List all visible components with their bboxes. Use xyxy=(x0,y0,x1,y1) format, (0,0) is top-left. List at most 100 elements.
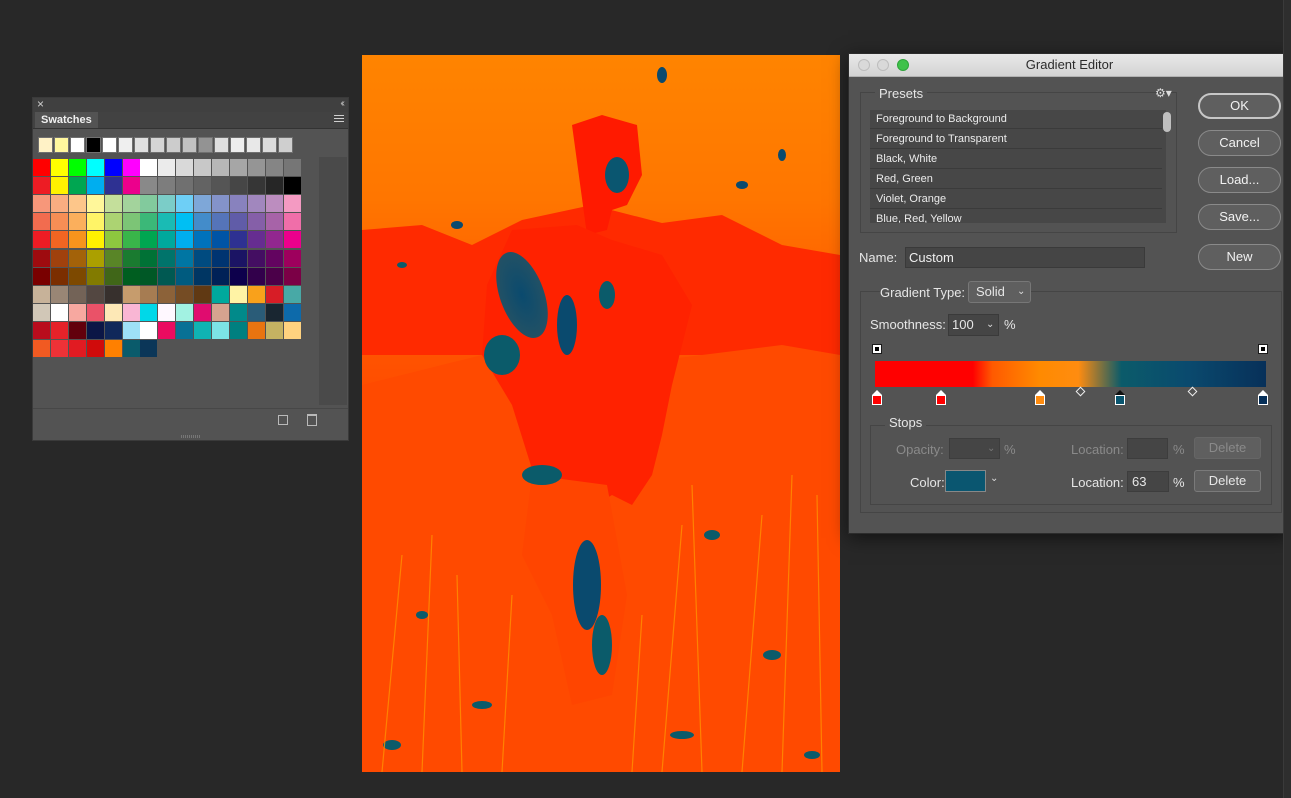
swatch[interactable] xyxy=(176,267,194,285)
swatch[interactable] xyxy=(212,159,229,176)
name-input[interactable]: Custom xyxy=(905,247,1145,268)
swatch[interactable] xyxy=(194,321,212,339)
swatch[interactable] xyxy=(33,159,50,176)
swatch[interactable] xyxy=(229,231,247,249)
swatch[interactable] xyxy=(229,321,247,339)
swatch[interactable] xyxy=(104,340,122,357)
swatch[interactable] xyxy=(212,213,229,231)
swatch[interactable] xyxy=(33,285,50,303)
swatch[interactable] xyxy=(158,195,176,213)
swatch[interactable] xyxy=(194,303,212,321)
swatch[interactable] xyxy=(158,267,176,285)
gradient-preview-bar[interactable] xyxy=(875,361,1266,387)
swatch[interactable] xyxy=(212,177,229,195)
swatch[interactable] xyxy=(33,195,50,213)
swatch[interactable] xyxy=(176,177,194,195)
swatch[interactable] xyxy=(33,321,50,339)
swatch[interactable] xyxy=(194,177,212,195)
scrollbar[interactable] xyxy=(319,157,347,405)
swatch[interactable] xyxy=(194,159,212,176)
preset-item[interactable]: Blue, Red, Yellow xyxy=(870,210,1162,223)
swatch[interactable] xyxy=(68,321,86,339)
trash-icon[interactable] xyxy=(307,414,317,426)
resize-grip[interactable] xyxy=(181,435,201,438)
swatch[interactable] xyxy=(68,285,86,303)
swatch[interactable] xyxy=(158,213,176,231)
swatch[interactable] xyxy=(265,213,283,231)
swatch[interactable] xyxy=(122,267,140,285)
preset-item[interactable]: Violet, Orange xyxy=(870,190,1162,209)
preset-item[interactable]: Red, Green xyxy=(870,170,1162,189)
swatch[interactable] xyxy=(104,159,122,176)
swatch[interactable] xyxy=(278,137,293,153)
swatch[interactable] xyxy=(229,195,247,213)
swatch[interactable] xyxy=(68,177,86,195)
swatch[interactable] xyxy=(182,137,197,153)
opacity-stop[interactable] xyxy=(872,344,882,356)
swatch[interactable] xyxy=(50,195,68,213)
swatch[interactable] xyxy=(50,249,68,267)
swatch[interactable] xyxy=(212,267,229,285)
swatch[interactable] xyxy=(283,285,301,303)
swatch[interactable] xyxy=(212,231,229,249)
swatch[interactable] xyxy=(198,137,213,153)
swatch[interactable] xyxy=(86,195,104,213)
swatch[interactable] xyxy=(140,231,158,249)
swatch[interactable] xyxy=(247,195,265,213)
swatch[interactable] xyxy=(176,249,194,267)
swatch[interactable] xyxy=(50,285,68,303)
swatch[interactable] xyxy=(50,340,68,357)
swatch[interactable] xyxy=(265,267,283,285)
swatch[interactable] xyxy=(262,137,277,153)
preset-item[interactable]: Black, White xyxy=(870,150,1162,169)
swatch[interactable] xyxy=(158,177,176,195)
swatch[interactable] xyxy=(265,231,283,249)
gear-icon[interactable]: ⚙▾ xyxy=(1155,86,1172,100)
smoothness-input[interactable]: 100 ⌄ xyxy=(948,314,999,336)
swatch[interactable] xyxy=(283,249,301,267)
swatch[interactable] xyxy=(68,231,86,249)
swatch[interactable] xyxy=(33,231,50,249)
new-swatch-icon[interactable] xyxy=(278,415,288,425)
color-stop[interactable] xyxy=(1258,390,1268,405)
swatch[interactable] xyxy=(194,213,212,231)
swatch[interactable] xyxy=(122,249,140,267)
swatch[interactable] xyxy=(86,267,104,285)
swatch[interactable] xyxy=(247,249,265,267)
swatch[interactable] xyxy=(33,177,50,195)
cancel-button[interactable]: Cancel xyxy=(1198,130,1281,156)
swatch[interactable] xyxy=(247,303,265,321)
swatch[interactable] xyxy=(176,195,194,213)
swatch[interactable] xyxy=(283,195,301,213)
swatch[interactable] xyxy=(140,340,158,357)
color-stop-selected[interactable] xyxy=(1115,390,1125,405)
swatch[interactable] xyxy=(176,231,194,249)
swatch[interactable] xyxy=(118,137,133,153)
gradient-type-select[interactable]: Solid ⌄ xyxy=(968,281,1031,303)
swatch[interactable] xyxy=(104,213,122,231)
swatch[interactable] xyxy=(230,137,245,153)
swatch[interactable] xyxy=(86,177,104,195)
swatch[interactable] xyxy=(140,321,158,339)
swatch[interactable] xyxy=(158,231,176,249)
swatch[interactable] xyxy=(265,177,283,195)
opacity-stop[interactable] xyxy=(1258,344,1268,356)
color-stop[interactable] xyxy=(1035,390,1045,405)
color-delete-button[interactable]: Delete xyxy=(1194,470,1261,492)
window-edge-scrollbar[interactable] xyxy=(1283,0,1291,798)
color-swatch[interactable] xyxy=(945,470,986,492)
swatch[interactable] xyxy=(104,231,122,249)
swatch[interactable] xyxy=(86,213,104,231)
preset-item[interactable]: Foreground to Background xyxy=(870,110,1162,129)
swatch[interactable] xyxy=(158,321,176,339)
swatch[interactable] xyxy=(104,303,122,321)
swatch[interactable] xyxy=(176,213,194,231)
swatch[interactable] xyxy=(122,231,140,249)
swatch[interactable] xyxy=(50,231,68,249)
swatch[interactable] xyxy=(194,231,212,249)
canvas-image[interactable] xyxy=(362,55,840,772)
swatch[interactable] xyxy=(247,213,265,231)
swatch[interactable] xyxy=(247,177,265,195)
swatch[interactable] xyxy=(247,321,265,339)
color-stop[interactable] xyxy=(872,390,882,405)
